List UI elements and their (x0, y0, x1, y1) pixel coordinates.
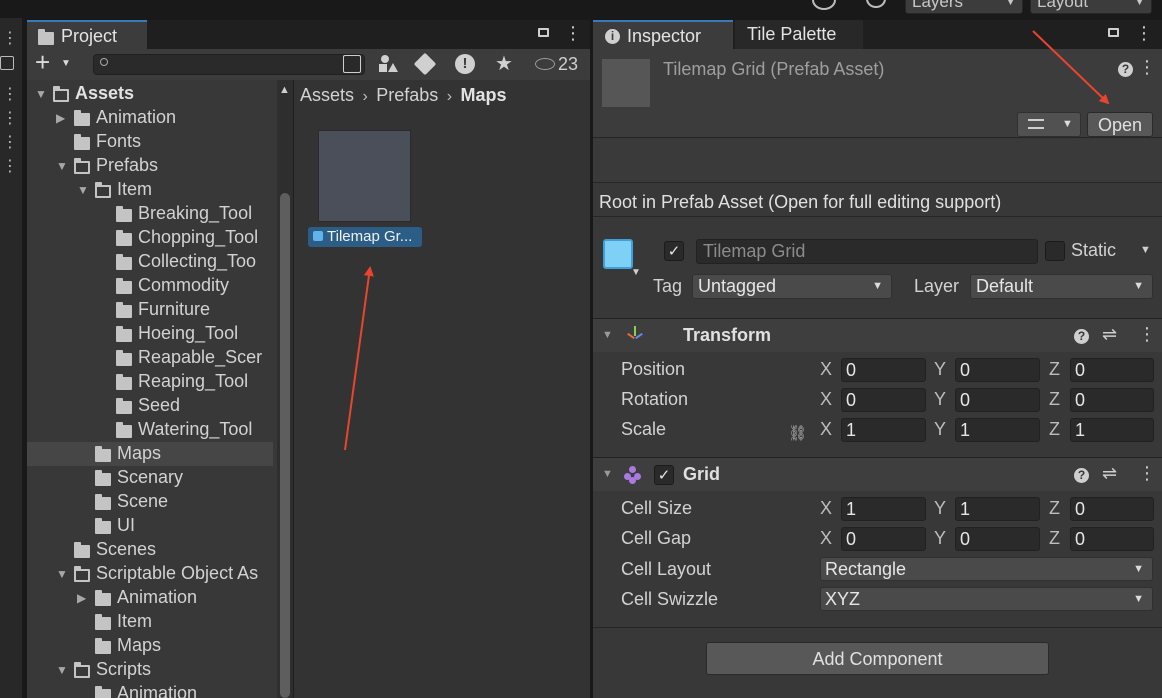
annotation-arrows (344, 30, 1110, 451)
annotation-arrow-open (1032, 30, 1110, 105)
annotation-arrow-asset (344, 266, 374, 451)
